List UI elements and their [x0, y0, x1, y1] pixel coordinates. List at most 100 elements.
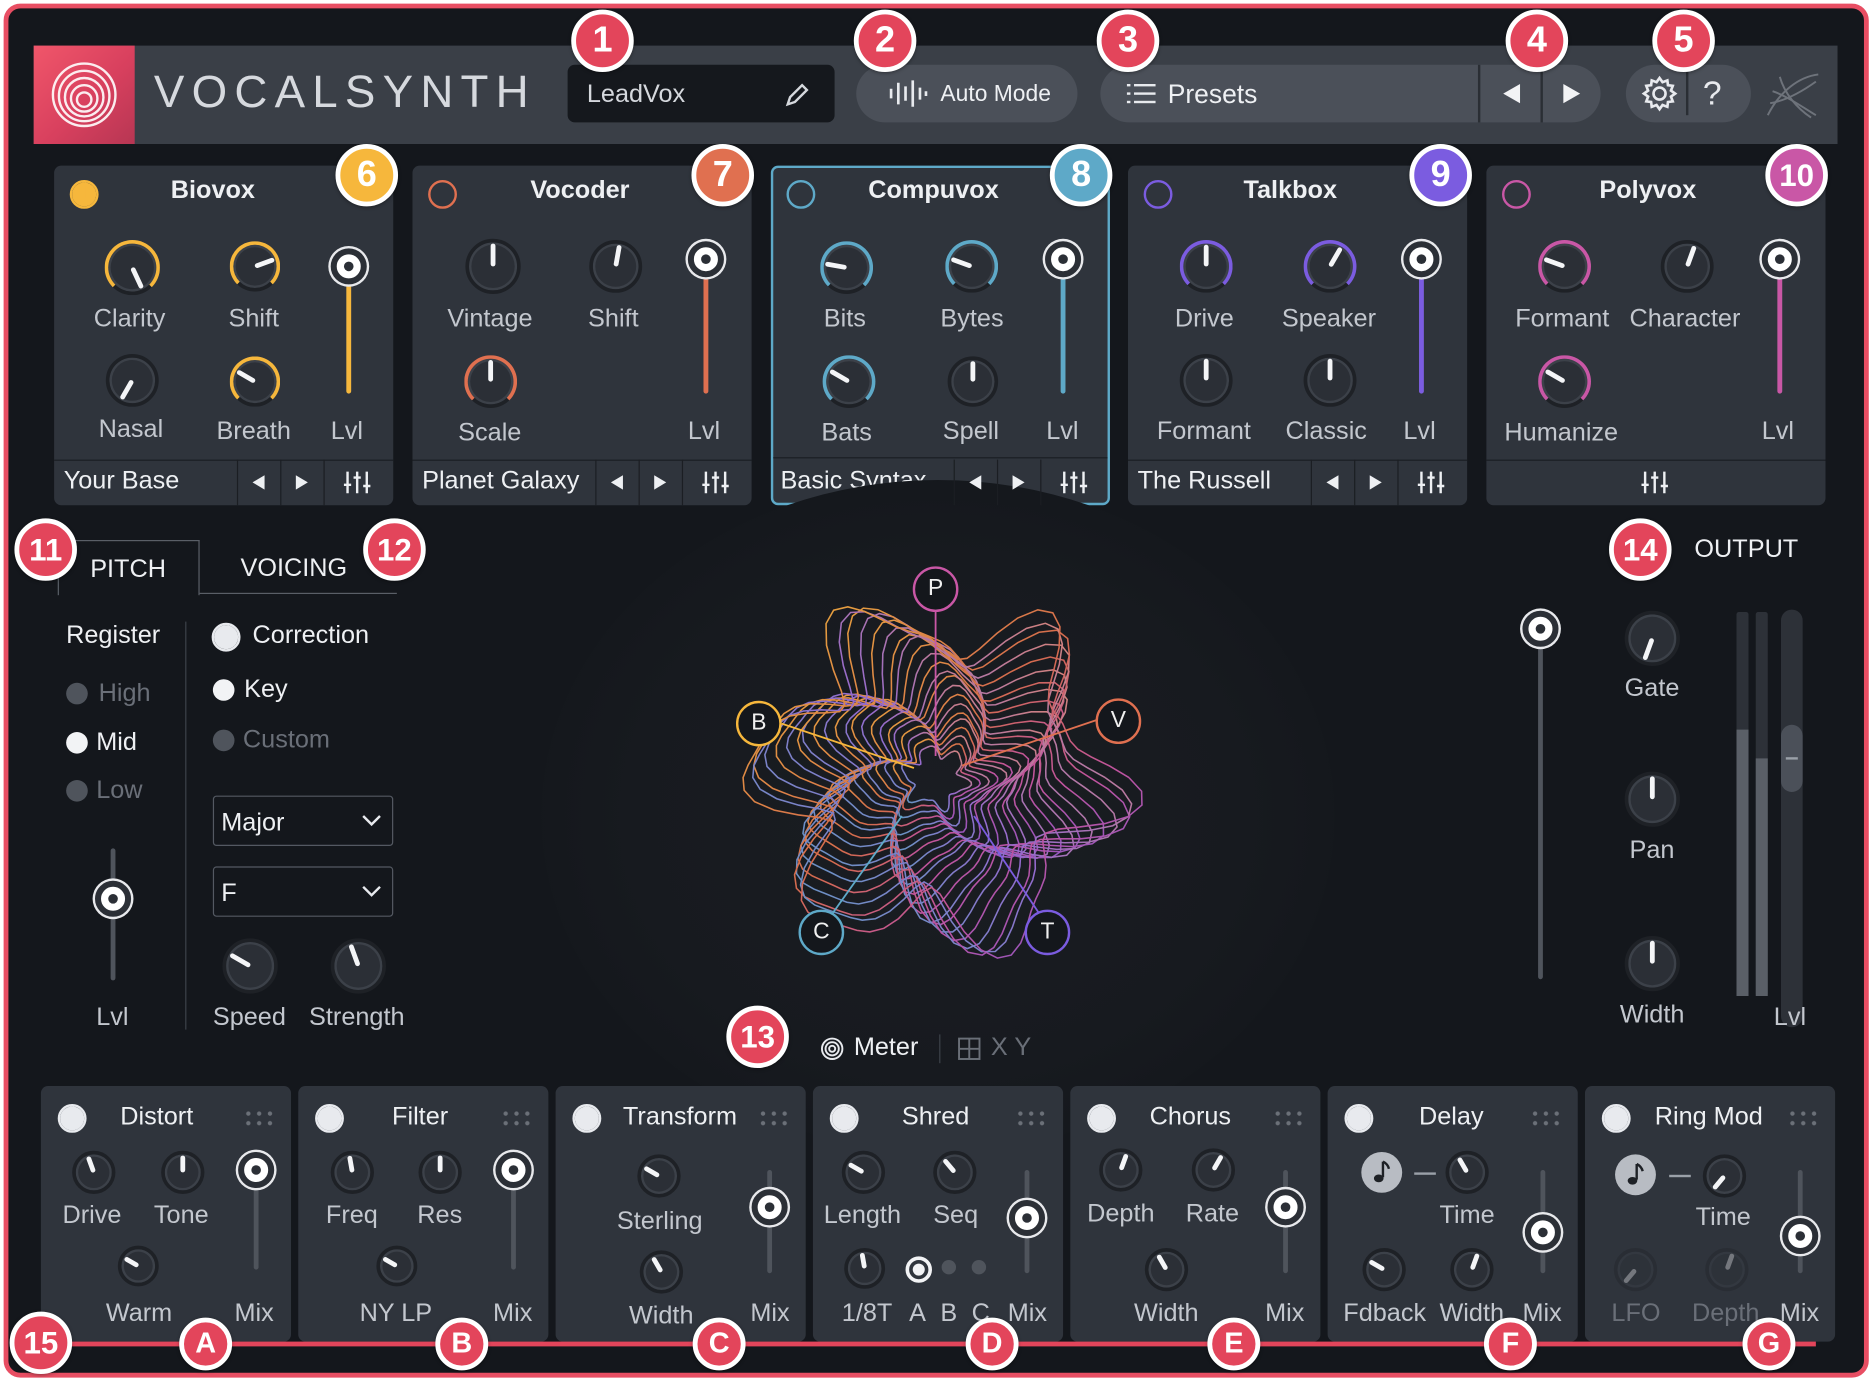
biovox-clarity-knob[interactable]: [104, 240, 160, 296]
biovox-prev-button[interactable]: [250, 474, 267, 491]
transform-mix-slider-thumb[interactable]: [751, 1189, 788, 1226]
ringmod-time-knob[interactable]: [1702, 1154, 1747, 1198]
vocoder-vintage-knob[interactable]: [465, 238, 521, 294]
polyvox-character-knob[interactable]: [1660, 240, 1714, 293]
speed-knob[interactable]: [222, 938, 278, 994]
key-radio[interactable]: [212, 679, 235, 701]
compuvox-bits-knob[interactable]: [820, 241, 874, 294]
pan-knob[interactable]: [1624, 771, 1680, 827]
biovox-lvl-slider-thumb[interactable]: [330, 248, 367, 285]
transform-drag-handle[interactable]: [757, 1108, 789, 1128]
talkbox-prev-button[interactable]: [1324, 474, 1341, 491]
vocoder-scale-knob[interactable]: [464, 355, 518, 409]
xy-view-button[interactable]: X Y: [957, 1032, 1041, 1066]
vocoder-shift-knob[interactable]: [589, 240, 643, 293]
biovox-breath-knob[interactable]: [229, 356, 281, 407]
delay-mix-slider-thumb[interactable]: [1524, 1214, 1561, 1251]
transform-power-icon[interactable]: [572, 1104, 602, 1133]
filter-drag-handle[interactable]: [500, 1108, 532, 1128]
polyvox-formant-knob[interactable]: [1538, 240, 1591, 293]
talkbox-preset[interactable]: The Russell: [1138, 467, 1271, 496]
distort-drive-knob[interactable]: [72, 1150, 116, 1194]
ringmod-power-icon[interactable]: [1601, 1104, 1631, 1133]
talkbox-drive-knob[interactable]: [1179, 240, 1233, 293]
polyvox-mixer-icon[interactable]: [1640, 470, 1669, 494]
distort-warm-knob[interactable]: [117, 1245, 159, 1287]
delay-sync-button[interactable]: [1361, 1152, 1403, 1193]
polyvox-humanize-knob[interactable]: [1538, 355, 1591, 409]
filter-type-knob[interactable]: [376, 1245, 418, 1287]
preset-name-field[interactable]: LeadVox: [567, 64, 835, 123]
ringmod-sync-button[interactable]: [1615, 1154, 1656, 1196]
vocoder-preset[interactable]: Planet Galaxy: [422, 467, 579, 496]
talkbox-power-icon[interactable]: [1143, 180, 1173, 209]
delay-power-icon[interactable]: [1344, 1104, 1374, 1133]
root-select[interactable]: F: [212, 866, 394, 917]
node-t[interactable]: T: [1024, 909, 1071, 956]
shred-seq-c-radio[interactable]: [971, 1260, 987, 1275]
delay-width-knob[interactable]: [1450, 1248, 1494, 1292]
biovox-preset[interactable]: Your Base: [64, 467, 180, 496]
shred-seq-knob[interactable]: [933, 1150, 977, 1194]
prev-preset-button[interactable]: [1483, 65, 1541, 123]
meter-view-button[interactable]: Meter: [818, 1032, 938, 1066]
compuvox-next-button[interactable]: [1010, 474, 1027, 491]
transform-width-knob[interactable]: [639, 1250, 684, 1294]
shred-mix-slider-thumb[interactable]: [1008, 1200, 1046, 1236]
shred-length-knob[interactable]: [841, 1150, 886, 1194]
output-main-slider-track[interactable]: [1538, 624, 1543, 980]
distort-power-icon[interactable]: [57, 1104, 87, 1133]
biovox-next-button[interactable]: [293, 474, 310, 491]
ringmod-lfo-knob[interactable]: [1613, 1248, 1658, 1292]
biovox-power-icon[interactable]: [69, 180, 99, 209]
presets-button[interactable]: Presets: [1100, 65, 1478, 123]
compuvox-power-icon[interactable]: [786, 180, 816, 209]
filter-freq-knob[interactable]: [330, 1150, 374, 1194]
custom-radio[interactable]: [212, 729, 235, 752]
delay-time-knob[interactable]: [1445, 1150, 1489, 1194]
ringmod-mix-slider-thumb[interactable]: [1782, 1218, 1819, 1254]
output-lvl-fader[interactable]: [1780, 609, 1803, 1028]
scale-select[interactable]: Major: [212, 795, 394, 847]
compuvox-mixer-icon[interactable]: [1059, 470, 1088, 494]
talkbox-classic-knob[interactable]: [1303, 354, 1357, 407]
talkbox-mixer-icon[interactable]: [1417, 470, 1446, 494]
distort-mix-slider-thumb[interactable]: [238, 1152, 275, 1188]
compuvox-bytes-knob[interactable]: [945, 240, 999, 293]
next-preset-button[interactable]: [1543, 65, 1601, 123]
delay-drag-handle[interactable]: [1529, 1108, 1561, 1128]
chorus-drag-handle[interactable]: [1272, 1108, 1304, 1128]
compuvox-spell-knob[interactable]: [947, 356, 999, 407]
vocoder-next-button[interactable]: [652, 474, 669, 491]
gear-icon[interactable]: [1640, 74, 1678, 112]
compuvox-lvl-slider-thumb[interactable]: [1045, 241, 1082, 278]
register-mid-radio[interactable]: [66, 732, 88, 754]
talkbox-speaker-knob[interactable]: [1303, 240, 1357, 293]
vocoder-power-icon[interactable]: [428, 180, 457, 209]
gate-knob[interactable]: [1624, 610, 1680, 666]
polyvox-power-icon[interactable]: [1502, 180, 1531, 209]
tab-voicing[interactable]: VOICING: [216, 540, 384, 593]
polyvox-lvl-slider-thumb[interactable]: [1761, 241, 1798, 278]
chorus-rate-knob[interactable]: [1191, 1148, 1236, 1192]
shred-power-icon[interactable]: [829, 1104, 859, 1133]
output-lvl-fader-handle[interactable]: [1780, 724, 1803, 793]
correction-power-icon[interactable]: [211, 622, 241, 652]
vocoder-lvl-slider-thumb[interactable]: [687, 241, 724, 278]
compuvox-prev-button[interactable]: [967, 474, 984, 491]
node-p[interactable]: P: [912, 566, 959, 612]
pitch-lvl-slider-thumb[interactable]: [95, 880, 132, 917]
shred-seq-a-radio[interactable]: [905, 1256, 932, 1283]
width-knob[interactable]: [1624, 936, 1680, 992]
talkbox-formant-knob[interactable]: [1179, 354, 1233, 407]
strength-knob[interactable]: [330, 938, 387, 994]
shred-rate-knob[interactable]: [844, 1248, 886, 1289]
register-low-radio[interactable]: [66, 780, 88, 802]
node-c[interactable]: C: [798, 909, 845, 956]
chorus-mix-slider-thumb[interactable]: [1267, 1189, 1304, 1226]
filter-res-knob[interactable]: [418, 1150, 462, 1194]
chorus-depth-knob[interactable]: [1099, 1148, 1143, 1192]
node-v[interactable]: V: [1095, 698, 1142, 744]
vocoder-mixer-icon[interactable]: [701, 470, 730, 494]
ringmod-depth-knob[interactable]: [1705, 1248, 1749, 1292]
